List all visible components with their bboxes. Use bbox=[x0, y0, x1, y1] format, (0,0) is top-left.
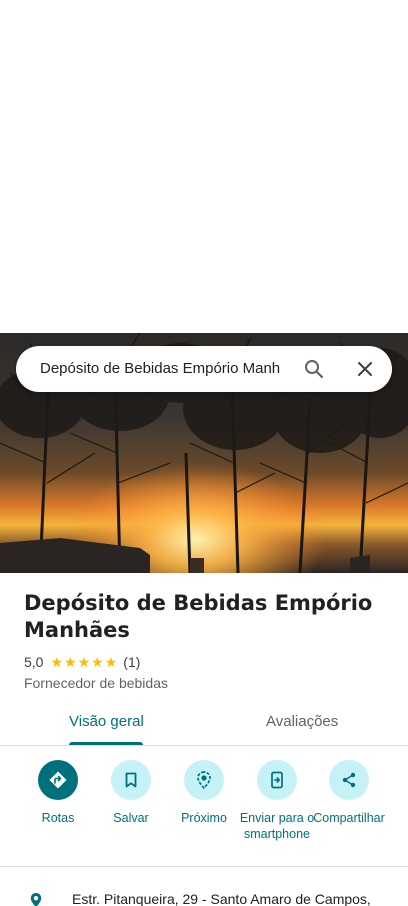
bookmark-icon bbox=[111, 760, 151, 800]
nearby-label: Próximo bbox=[181, 811, 227, 825]
section-divider bbox=[0, 866, 408, 867]
save-button[interactable]: Salvar bbox=[93, 760, 169, 826]
send-to-phone-icon bbox=[257, 760, 297, 800]
address-row[interactable]: Estr. Pitanqueira, 29 - Santo Amaro de C… bbox=[0, 888, 408, 906]
action-buttons: Rotas Salvar Próximo Enviar para o smart… bbox=[0, 760, 408, 866]
rating-value: 5,0 bbox=[24, 654, 44, 670]
star-rating: ★ ★ ★ ★ ★ bbox=[50, 655, 117, 669]
share-label: Compartilhar bbox=[313, 811, 385, 825]
place-tabs: Visão geral Avaliações bbox=[0, 700, 408, 746]
send-to-phone-button[interactable]: Enviar para o smartphone bbox=[238, 760, 316, 842]
place-title: Depósito de Bebidas Empório Manhães bbox=[24, 591, 373, 642]
location-pin-icon bbox=[28, 892, 44, 906]
rating-row[interactable]: 5,0 ★ ★ ★ ★ ★ (1) bbox=[24, 653, 140, 671]
active-tab-indicator bbox=[69, 742, 143, 745]
star-icon: ★ bbox=[50, 654, 64, 670]
address-text: Estr. Pitanqueira, 29 - Santo Amaro de C… bbox=[72, 891, 371, 906]
place-category[interactable]: Fornecedor de bebidas bbox=[24, 675, 168, 691]
search-icon[interactable] bbox=[302, 357, 326, 381]
send-to-phone-label: Enviar para o smartphone bbox=[239, 811, 315, 841]
share-icon bbox=[329, 760, 369, 800]
map-area-blank bbox=[0, 0, 408, 333]
share-button[interactable]: Compartilhar bbox=[311, 760, 387, 826]
nearby-button[interactable]: Próximo bbox=[166, 760, 242, 826]
search-input[interactable]: Depósito de Bebidas Empório Manh bbox=[40, 360, 292, 377]
save-label: Salvar bbox=[113, 811, 149, 825]
nearby-icon bbox=[184, 760, 224, 800]
routes-label: Rotas bbox=[41, 811, 75, 825]
search-bar[interactable]: Depósito de Bebidas Empório Manh bbox=[16, 346, 392, 392]
star-icon: ★ bbox=[77, 654, 91, 670]
routes-button[interactable]: Rotas bbox=[20, 760, 96, 826]
tab-overview[interactable]: Visão geral bbox=[69, 713, 144, 730]
review-count[interactable]: (1) bbox=[123, 654, 140, 670]
star-icon: ★ bbox=[64, 654, 77, 670]
star-icon: ★ bbox=[104, 654, 118, 670]
tab-reviews[interactable]: Avaliações bbox=[266, 713, 338, 730]
star-icon: ★ bbox=[91, 654, 104, 670]
close-icon[interactable] bbox=[353, 357, 377, 381]
directions-icon bbox=[38, 760, 78, 800]
